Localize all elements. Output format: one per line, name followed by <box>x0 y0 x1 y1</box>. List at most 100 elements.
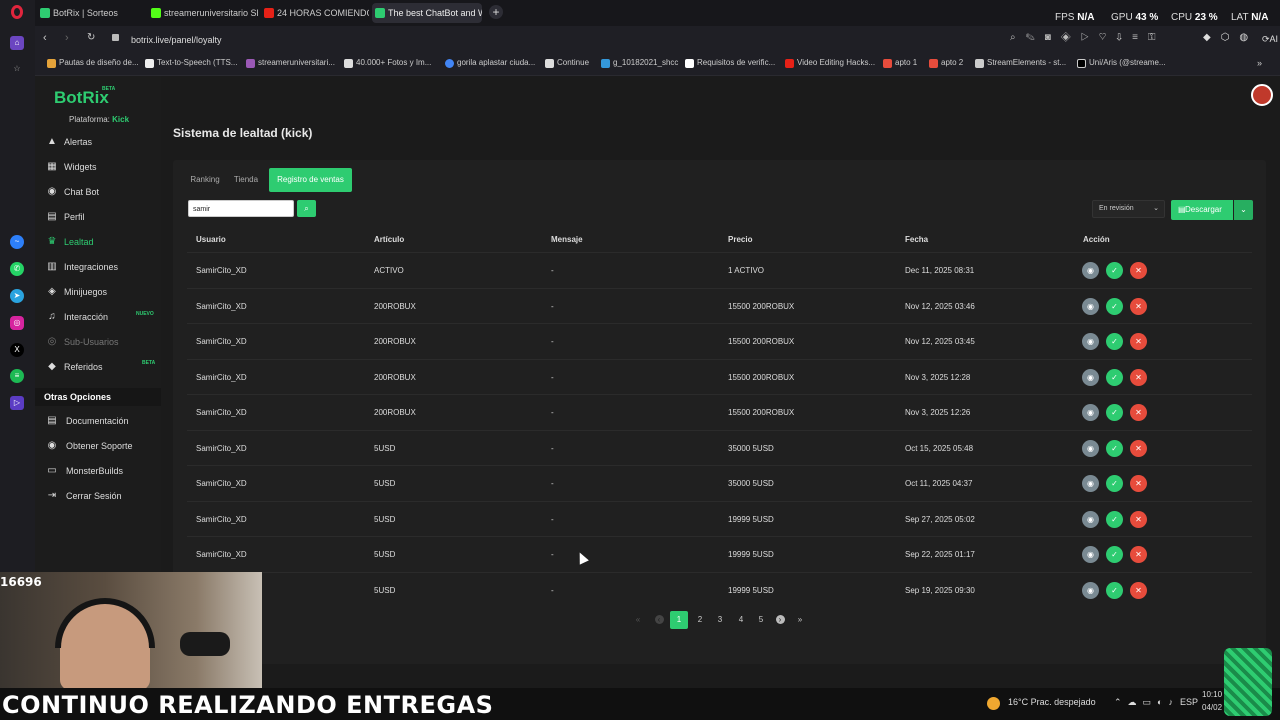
sidebar-item-integraciones[interactable]: ▥ Integraciones <box>35 257 161 277</box>
view-button[interactable]: ◉ <box>1082 262 1099 279</box>
sidebar-item-lealtad[interactable]: ♛ Lealtad <box>35 232 161 252</box>
reject-button[interactable]: ✕ <box>1130 404 1147 421</box>
reject-button[interactable]: ✕ <box>1130 368 1147 386</box>
bookmark-item[interactable]: Requisitos de verific... <box>685 58 775 68</box>
reject-button[interactable]: ✕ <box>1130 475 1147 492</box>
ai-button[interactable]: ⟳AI <box>1262 34 1278 45</box>
whatsapp-icon[interactable]: ✆ <box>10 262 24 276</box>
bookmark-item[interactable]: g_10182021_shcc <box>601 58 678 68</box>
approve-button[interactable]: ✓ <box>1106 297 1123 315</box>
reject-button[interactable]: ✕ <box>1130 581 1147 599</box>
approve-button[interactable]: ✓ <box>1106 510 1123 528</box>
clock-time[interactable]: 10:10 <box>1202 690 1222 699</box>
view-button[interactable]: ◉ <box>1082 546 1099 563</box>
approve-button[interactable]: ✓ <box>1106 581 1123 599</box>
reload-icon[interactable]: ↻ <box>87 32 95 43</box>
star-icon[interactable]: ☆ <box>10 62 24 76</box>
download-button[interactable]: ▤ Descargar <box>1171 200 1233 220</box>
botrix-logo[interactable]: BotRix <box>54 88 109 108</box>
approve-button[interactable]: ✓ <box>1106 404 1123 421</box>
bookmark-item[interactable]: Continue <box>545 58 589 68</box>
approve-button[interactable]: ✓ <box>1106 546 1123 563</box>
pagination-prev[interactable]: ‹ <box>652 611 666 629</box>
new-tab-button[interactable]: + <box>489 5 503 19</box>
search-button[interactable]: ⌕ <box>297 200 316 217</box>
pagination-page-2[interactable]: 2 <box>691 611 709 629</box>
pagination-page-1[interactable]: 1 <box>670 611 688 629</box>
sidebar-item-perfil[interactable]: ▤ Perfil <box>35 207 161 227</box>
telegram-icon[interactable]: ➤ <box>10 289 24 303</box>
reject-button[interactable]: ✕ <box>1130 297 1147 315</box>
tray-icons[interactable]: ⌃☁▭◐♪ <box>1114 697 1179 708</box>
sidebar-item-cerrar-sesion[interactable]: ⇥ Cerrar Sesión <box>35 486 161 506</box>
search-input[interactable]: samir <box>188 200 294 217</box>
sidebar-item-alertas[interactable]: ▲ Alertas <box>35 132 161 152</box>
view-button[interactable]: ◉ <box>1082 333 1099 350</box>
back-icon[interactable]: ‹ <box>43 32 47 44</box>
bookmarks-more-icon[interactable]: » <box>1257 58 1262 68</box>
tab-registro-de-ventas[interactable]: Registro de ventas <box>269 168 352 192</box>
bookmark-item[interactable]: StreamElements - st... <box>975 58 1066 68</box>
player-icon[interactable]: ▷ <box>10 396 24 410</box>
pagination-next[interactable]: › <box>773 611 787 629</box>
sidebar-item-interaccion[interactable]: ♫ Interacción <box>35 307 161 327</box>
tab-streameruniversitario[interactable]: streameruniversitario Sho <box>148 3 258 23</box>
view-button[interactable]: ◉ <box>1082 475 1099 492</box>
sidebar-item-sub-usuarios[interactable]: ◎ Sub-Usuarios <box>35 332 161 352</box>
tab-botrix-chatbot[interactable]: The best ChatBot and Wi <box>372 3 482 23</box>
pagination-page-4[interactable]: 4 <box>732 611 750 629</box>
forward-icon[interactable]: › <box>65 32 69 44</box>
view-button[interactable]: ◉ <box>1082 439 1099 457</box>
tab-botrix-sorteos[interactable]: BotRix | Sorteos <box>37 3 145 23</box>
reject-button[interactable]: ✕ <box>1130 510 1147 528</box>
bookmark-item[interactable]: gorila aplastar ciuda... <box>445 58 535 68</box>
approve-button[interactable]: ✓ <box>1106 439 1123 457</box>
reject-button[interactable]: ✕ <box>1130 333 1147 350</box>
x-twitter-icon[interactable]: X <box>10 343 24 357</box>
bookmark-item[interactable]: apto 2 <box>929 58 963 68</box>
extension-icons[interactable]: ◆⬡◍ <box>1203 32 1258 43</box>
view-button[interactable]: ◉ <box>1082 368 1099 386</box>
pagination-page-3[interactable]: 3 <box>711 611 729 629</box>
clock-date[interactable]: 04/02 <box>1202 703 1222 712</box>
view-button[interactable]: ◉ <box>1082 510 1099 528</box>
home-icon[interactable]: ⌂ <box>10 36 24 50</box>
sidebar-item-documentacion[interactable]: ▤ Documentación <box>35 411 161 431</box>
language-indicator[interactable]: ESP <box>1180 697 1198 707</box>
user-avatar[interactable] <box>1251 84 1273 106</box>
tab-tienda[interactable]: Tienda <box>230 168 262 192</box>
pagination-last[interactable]: » <box>793 611 807 629</box>
sidebar-item-widgets[interactable]: ▦ Widgets <box>35 157 161 177</box>
bookmark-item[interactable]: Text-to-Speech (TTS... <box>145 58 237 68</box>
bookmark-item[interactable]: Uni/Aris (@streame... <box>1077 58 1166 68</box>
status-filter-select[interactable]: En revisión ⌄ <box>1092 200 1165 218</box>
bookmark-item[interactable]: apto 1 <box>883 58 917 68</box>
view-button[interactable]: ◉ <box>1082 404 1099 421</box>
approve-button[interactable]: ✓ <box>1106 333 1123 350</box>
reject-button[interactable]: ✕ <box>1130 546 1147 563</box>
approve-button[interactable]: ✓ <box>1106 368 1123 386</box>
sidebar-item-obtener-soporte[interactable]: ◉ Obtener Soporte <box>35 436 161 456</box>
sidebar-item-minijuegos[interactable]: ◈ Minijuegos <box>35 282 161 302</box>
sidebar-item-chat-bot[interactable]: ◉ Chat Bot <box>35 182 161 202</box>
sidebar-item-monsterbuilds[interactable]: ▭ MonsterBuilds <box>35 461 161 481</box>
spotify-icon[interactable]: ≡ <box>10 369 24 383</box>
tab-ranking[interactable]: Ranking <box>188 168 222 192</box>
bookmark-item[interactable]: Video Editing Hacks... <box>785 58 875 68</box>
bookmark-item[interactable]: 40.000+ Fotos y Im... <box>344 58 431 68</box>
messenger-icon[interactable]: ~ <box>10 235 24 249</box>
pagination-page-5[interactable]: 5 <box>752 611 770 629</box>
reject-button[interactable]: ✕ <box>1130 439 1147 457</box>
tab-24-horas[interactable]: 24 HORAS COMIENDO en <box>261 3 369 23</box>
opera-logo-icon[interactable] <box>11 5 23 19</box>
url-field[interactable]: botrix.live/panel/loyalty <box>131 35 222 45</box>
reject-button[interactable]: ✕ <box>1130 262 1147 279</box>
instagram-icon[interactable]: ◎ <box>10 316 24 330</box>
view-button[interactable]: ◉ <box>1082 581 1099 599</box>
download-dropdown-button[interactable]: ⌄ <box>1234 200 1253 220</box>
bookmark-item[interactable]: Pautas de diseño de... <box>47 58 139 68</box>
bookmark-item[interactable]: streameruniversitari... <box>246 58 335 68</box>
view-button[interactable]: ◉ <box>1082 297 1099 315</box>
weather-text[interactable]: 16°C Prac. despejado <box>1008 697 1096 707</box>
pagination-first[interactable]: « <box>631 611 645 629</box>
